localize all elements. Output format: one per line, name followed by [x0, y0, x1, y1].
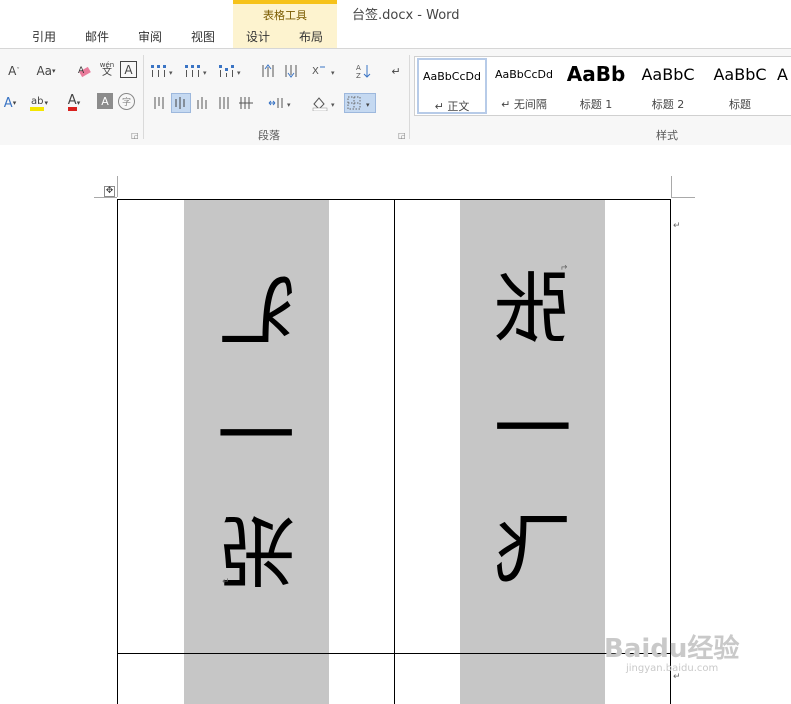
svg-text:▾: ▾: [366, 101, 370, 109]
change-case-button[interactable]: Aa ▾: [32, 61, 60, 81]
tab-table-design[interactable]: 设计: [246, 28, 270, 45]
styles-gallery: AaBbCcDd ↵ 正文 AaBbCcDd ↵ 无间隔 AaBb 标题 1 A…: [414, 56, 791, 116]
vertical-align-left-icon: [154, 97, 164, 109]
show-marks-button[interactable]: ↵: [386, 61, 406, 81]
svg-text:▾: ▾: [237, 69, 241, 77]
text-direction-icon: X ▾: [312, 66, 335, 77]
left-cell-end-mark: ↵: [222, 577, 230, 587]
paragraph-group-label: 段落: [258, 129, 280, 142]
align-right-button[interactable]: [193, 93, 213, 113]
right-card-name[interactable]: 张 一 飞: [483, 264, 583, 596]
paragraph-mark: ↵: [673, 221, 681, 231]
decrease-indent-icon: [262, 64, 274, 77]
crop-mark: [117, 176, 118, 197]
right-cell-end-mark: ↵: [560, 261, 568, 271]
tab-view[interactable]: 视图: [191, 28, 215, 45]
phonetic-guide-button[interactable]: wén 文: [97, 59, 117, 79]
svg-text:▾: ▾: [287, 101, 291, 109]
right-card-char-2: 一: [494, 385, 573, 475]
style-normal[interactable]: AaBbCcDd ↵ 正文: [417, 58, 487, 114]
enclose-characters-button[interactable]: 字: [118, 93, 135, 110]
bullets-button[interactable]: ▾: [148, 61, 178, 81]
multilevel-list-icon: ▾: [219, 65, 241, 77]
style-next[interactable]: A: [777, 58, 791, 114]
sort-icon: AZ: [356, 64, 371, 79]
svg-text:Z: Z: [356, 72, 361, 79]
table-middle-border: [394, 199, 395, 704]
justify-button[interactable]: [215, 93, 235, 113]
decrease-indent-button[interactable]: [258, 61, 278, 81]
multilevel-list-button[interactable]: ▾: [216, 61, 246, 81]
group-separator: [409, 55, 410, 139]
bullet-list-icon: ▾: [151, 65, 173, 77]
align-left-button[interactable]: [150, 93, 170, 113]
ribbon: Aˇ Aa ▾ A wén 文 A A ▾ ab ▾ A ▾ A 字 ◲ ▾ ▾ ▾ X…: [0, 48, 791, 146]
svg-text:A: A: [78, 66, 85, 76]
svg-text:▾: ▾: [169, 69, 173, 77]
table-tools-label: 表格工具: [263, 9, 307, 22]
vertical-distributed-icon: [239, 97, 253, 109]
svg-text:▾: ▾: [331, 101, 335, 109]
left-card-char-3: 飞: [216, 262, 295, 352]
paragraph-dialog-launcher-icon[interactable]: ◲: [398, 131, 406, 140]
shrink-font-button[interactable]: Aˇ: [4, 61, 24, 81]
title-bar: 表格工具 台签.docx - Word: [0, 0, 791, 48]
increase-indent-button[interactable]: [281, 61, 301, 81]
svg-text:▾: ▾: [331, 69, 335, 77]
tab-review[interactable]: 审阅: [138, 28, 162, 45]
sort-button[interactable]: AZ: [354, 61, 374, 81]
tab-table-layout[interactable]: 布局: [299, 28, 323, 45]
table-move-handle-icon[interactable]: ✥: [104, 186, 115, 197]
text-effects-button[interactable]: A ▾: [0, 93, 20, 113]
baidu-watermark: Baidu经验 jingyan.baidu.com: [604, 634, 740, 674]
line-spacing-button[interactable]: ▾: [266, 93, 296, 113]
tab-mailings[interactable]: 邮件: [85, 28, 109, 45]
text-direction-button[interactable]: X ▾: [310, 61, 340, 81]
tab-references[interactable]: 引用: [32, 28, 56, 45]
font-dialog-launcher-icon[interactable]: ◲: [131, 131, 139, 140]
left-card-name[interactable]: 张 一 飞: [206, 262, 306, 594]
borders-icon: ▾: [347, 96, 370, 110]
styles-group-label: 样式: [656, 129, 678, 142]
highlight-button[interactable]: ab ▾: [26, 93, 52, 113]
svg-text:X: X: [312, 66, 319, 77]
paint-bucket-icon: ▾: [312, 97, 335, 111]
document-title: 台签.docx - Word: [352, 8, 460, 23]
borders-button[interactable]: ▾: [344, 93, 376, 113]
distributed-button[interactable]: [236, 93, 256, 113]
vertical-align-center-icon: [175, 97, 185, 109]
style-no-spacing[interactable]: AaBbCcDd ↵ 无间隔: [489, 58, 559, 114]
vertical-align-right-icon: [197, 97, 207, 109]
style-heading-2[interactable]: AaBbC 标题 2: [633, 58, 703, 114]
clear-formatting-button[interactable]: A: [76, 61, 96, 81]
font-color-button[interactable]: A ▾: [60, 93, 88, 113]
crop-mark: [94, 197, 117, 198]
numbering-button[interactable]: ▾: [182, 61, 212, 81]
right-card-char-3: 飞: [494, 506, 573, 596]
ribbon-tabs: 引用 邮件 审阅 视图 设计 布局: [0, 28, 791, 48]
shading-button[interactable]: ▾: [310, 93, 340, 113]
right-card-char-1: 张: [494, 264, 573, 354]
align-center-button[interactable]: [171, 93, 191, 113]
left-card-char-2: 一: [216, 383, 295, 473]
character-shading-button[interactable]: A: [97, 93, 113, 109]
group-separator: [143, 55, 144, 139]
eraser-icon: A: [78, 66, 91, 78]
crop-mark: [671, 176, 672, 197]
style-title[interactable]: AaBbC 标题: [705, 58, 775, 114]
character-border-button[interactable]: A: [120, 61, 137, 78]
line-spacing-icon: ▾: [268, 98, 291, 109]
numbered-list-icon: ▾: [185, 65, 207, 77]
increase-indent-icon: [285, 65, 297, 78]
vertical-justify-icon: [219, 97, 229, 109]
crop-mark: [671, 197, 695, 198]
table-left-border: [117, 199, 118, 704]
style-heading-1[interactable]: AaBb 标题 1: [561, 58, 631, 114]
svg-text:▾: ▾: [203, 69, 207, 77]
svg-text:A: A: [356, 64, 361, 72]
